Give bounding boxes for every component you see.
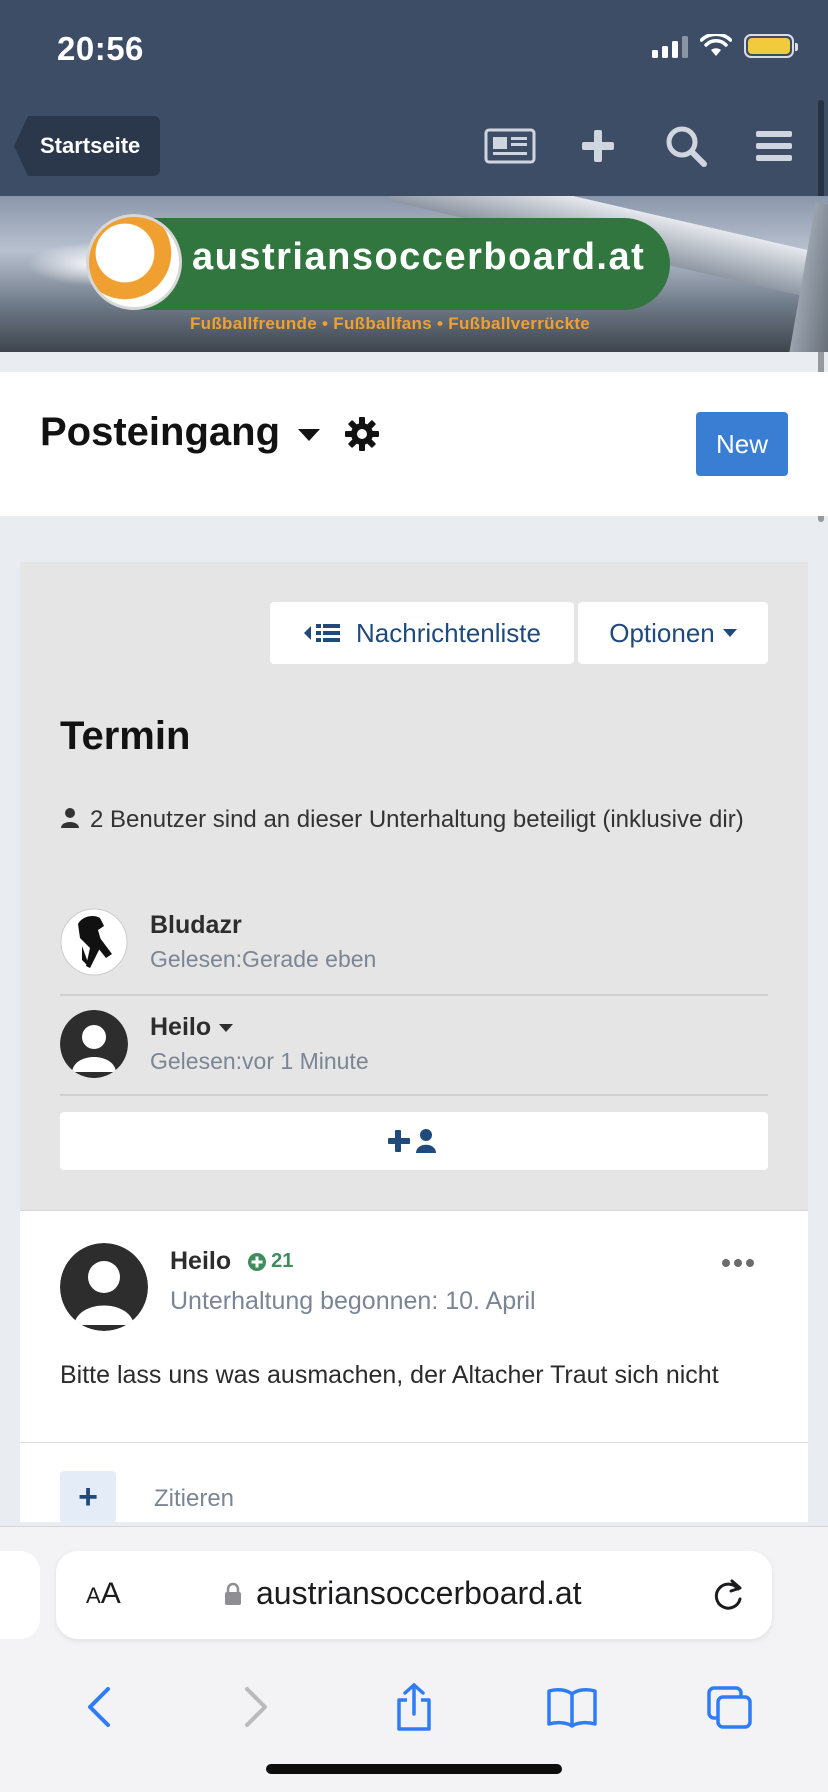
forward-icon[interactable] xyxy=(221,1672,291,1742)
participant-read-status: Gelesen:Gerade eben xyxy=(150,946,377,972)
message-post: Heilo 21 Unterhaltung begonnen: 10. Apri… xyxy=(20,1210,808,1442)
text-size-button[interactable]: AA xyxy=(86,1577,121,1611)
avatar[interactable] xyxy=(60,908,128,976)
participant-name[interactable]: Heilo xyxy=(150,1013,369,1042)
conversation-title: Termin xyxy=(60,714,191,758)
home-indicator xyxy=(266,1764,562,1774)
reputation-count: 21 xyxy=(271,1250,294,1272)
participant-row[interactable]: Heilo Gelesen:vor 1 Minute xyxy=(60,994,768,1094)
battery-icon xyxy=(744,34,798,58)
share-icon[interactable] xyxy=(379,1672,449,1742)
page-title-text: Posteingang xyxy=(40,410,281,454)
participant-name-text: Heilo xyxy=(150,1013,212,1041)
participants-text: 2 Benutzer sind an dieser Unterhaltung b… xyxy=(90,806,744,833)
reputation-badge: 21 xyxy=(247,1250,293,1273)
message-author-name[interactable]: Heilo xyxy=(170,1247,231,1276)
caret-down-icon[interactable] xyxy=(298,428,321,441)
message-author: Heilo 21 xyxy=(170,1247,293,1276)
conversation-panel: Nachrichtenliste Optionen Termin 2 Benut… xyxy=(20,562,808,1210)
new-message-button[interactable]: New xyxy=(696,412,788,476)
message-list-label: Nachrichtenliste xyxy=(356,617,541,648)
page-title[interactable]: Posteingang xyxy=(40,410,380,455)
soccer-ball-logo-icon xyxy=(86,214,182,310)
previous-tab-preview[interactable] xyxy=(0,1551,40,1639)
avatar[interactable] xyxy=(60,1243,148,1331)
banner-brand: austriansoccerboard.at xyxy=(192,236,646,278)
participant-read-status: Gelesen:vor 1 Minute xyxy=(150,1048,369,1074)
page-header: Posteingang New xyxy=(0,372,828,516)
address-bar[interactable]: AA austriansoccerboard.at xyxy=(56,1551,772,1639)
browser-bottom-bar: AA austriansoccerboard.at xyxy=(0,1526,828,1792)
options-dropdown[interactable]: Optionen xyxy=(578,602,768,664)
message-list-button[interactable]: Nachrichtenliste xyxy=(270,602,574,664)
site-header: 20:56 Startseite xyxy=(0,0,828,522)
cellular-signal-icon xyxy=(652,34,688,58)
participants-summary: 2 Benutzer sind an dieser Unterhaltung b… xyxy=(60,804,780,836)
status-icons xyxy=(652,34,798,58)
bookmarks-icon[interactable] xyxy=(537,1672,607,1742)
reload-icon[interactable] xyxy=(710,1575,746,1620)
more-options-icon[interactable] xyxy=(722,1259,754,1267)
search-icon[interactable] xyxy=(656,120,716,172)
banner-tagline: Fußballfreunde • Fußballfans • Fußballve… xyxy=(190,314,591,333)
multiquote-plus-button[interactable]: + xyxy=(60,1471,116,1523)
header-nav-icons xyxy=(452,120,804,172)
list-back-icon xyxy=(304,624,340,642)
back-icon[interactable] xyxy=(64,1672,134,1742)
message-text: Bitte lass uns was ausmachen, der Altach… xyxy=(60,1361,719,1389)
plus-icon[interactable] xyxy=(568,120,628,172)
newspaper-icon[interactable] xyxy=(480,120,540,172)
quote-button[interactable]: Zitieren xyxy=(154,1485,234,1513)
gear-icon[interactable] xyxy=(344,416,380,452)
wifi-icon xyxy=(700,34,732,56)
user-icon xyxy=(61,808,79,828)
participant-name[interactable]: Bludazr xyxy=(150,911,376,940)
home-breadcrumb[interactable]: Startseite xyxy=(14,116,161,176)
options-label: Optionen xyxy=(609,617,715,648)
menu-icon[interactable] xyxy=(744,120,804,172)
url-display[interactable]: austriansoccerboard.at xyxy=(224,1575,582,1612)
add-participant-button[interactable] xyxy=(60,1112,768,1170)
caret-down-icon xyxy=(722,629,737,637)
status-time: 20:56 xyxy=(57,30,144,67)
home-breadcrumb-label: Startseite xyxy=(28,116,161,176)
site-banner[interactable]: austriansoccerboard.at Fußballfreunde • … xyxy=(0,196,828,352)
url-text: austriansoccerboard.at xyxy=(256,1575,582,1611)
divider xyxy=(60,1094,768,1096)
add-user-icon xyxy=(388,1129,436,1153)
message-actions: + Zitieren xyxy=(20,1442,808,1523)
plus-circle-icon xyxy=(248,1252,267,1271)
avatar[interactable] xyxy=(60,1010,128,1078)
caret-down-icon[interactable] xyxy=(219,1023,234,1032)
tabs-icon[interactable] xyxy=(694,1672,764,1742)
lock-icon xyxy=(225,1582,241,1605)
browser-toolbar xyxy=(0,1659,828,1755)
message-meta: Unterhaltung begonnen: 10. April xyxy=(170,1287,536,1315)
participant-row[interactable]: Bludazr Gelesen:Gerade eben xyxy=(60,892,768,992)
conversation-toolbar: Nachrichtenliste Optionen xyxy=(270,602,768,664)
